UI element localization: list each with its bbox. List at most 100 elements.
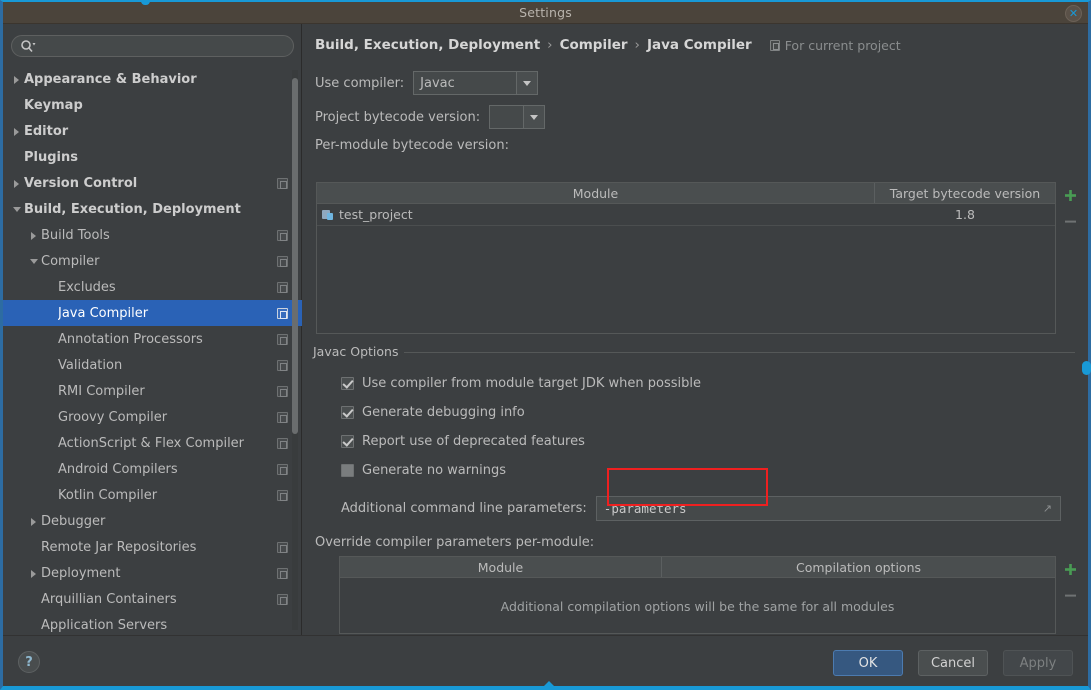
sidebar-item-label: Excludes xyxy=(58,280,271,295)
column-header-module[interactable]: Module xyxy=(340,557,662,577)
sidebar-item-label: Validation xyxy=(58,358,271,373)
project-scope-icon xyxy=(277,334,288,345)
use-compiler-value: Javac xyxy=(414,76,516,91)
apply-button[interactable]: Apply xyxy=(1003,650,1073,676)
plus-icon xyxy=(1064,563,1077,576)
breadcrumb-part-0[interactable]: Build, Execution, Deployment xyxy=(315,37,540,53)
add-module-button[interactable] xyxy=(1059,182,1081,208)
breadcrumb-separator: › xyxy=(547,37,552,53)
project-scope-icon xyxy=(277,490,288,501)
sidebar-item-label: Remote Jar Repositories xyxy=(41,540,271,555)
project-bytecode-select[interactable] xyxy=(489,105,545,129)
dialog-footer: ? OK Cancel Apply xyxy=(3,635,1088,686)
plus-icon xyxy=(1064,189,1077,202)
sidebar-item-label: Application Servers xyxy=(41,618,288,633)
per-module-bytecode-label: Per-module bytecode version: xyxy=(315,138,509,153)
sidebar-item-android-compilers[interactable]: Android Compilers xyxy=(3,456,302,482)
table-header: Module Target bytecode version xyxy=(317,183,1055,204)
checkbox-label: Generate debugging info xyxy=(362,405,525,420)
breadcrumb-separator: › xyxy=(635,37,640,53)
sidebar-item-editor[interactable]: Editor xyxy=(3,118,302,144)
chevron-right-icon[interactable] xyxy=(28,229,41,242)
help-icon[interactable]: ? xyxy=(18,651,40,673)
checkbox-box[interactable] xyxy=(341,464,354,477)
chevron-right-icon[interactable] xyxy=(11,73,24,86)
chevron-down-icon[interactable] xyxy=(516,72,537,94)
cell-module: test_project xyxy=(317,204,875,225)
sidebar-item-label: Groovy Compiler xyxy=(58,410,271,425)
ok-button[interactable]: OK xyxy=(833,650,903,676)
chevron-right-icon[interactable] xyxy=(28,567,41,580)
override-parameters-label: Override compiler parameters per-module: xyxy=(315,535,594,550)
checkbox-box[interactable] xyxy=(341,377,354,390)
add-override-button[interactable] xyxy=(1059,556,1081,582)
sidebar-item-label: Annotation Processors xyxy=(58,332,271,347)
breadcrumb-part-2[interactable]: Java Compiler xyxy=(647,37,752,53)
sidebar-item-version-control[interactable]: Version Control xyxy=(3,170,302,196)
sidebar-scrollbar-thumb[interactable] xyxy=(292,78,298,434)
checkbox-label: Generate no warnings xyxy=(362,463,506,478)
sidebar-item-label: Build Tools xyxy=(41,228,271,243)
chevron-down-icon[interactable] xyxy=(11,203,24,216)
project-scope-icon xyxy=(277,360,288,371)
sidebar-item-validation[interactable]: Validation xyxy=(3,352,302,378)
module-bytecode-table: Module Target bytecode version test_proj… xyxy=(316,182,1056,334)
close-icon[interactable]: ✕ xyxy=(1065,5,1082,22)
search-box[interactable] xyxy=(11,35,294,57)
settings-sidebar: Appearance & Behavior Keymap EditorPlugins… xyxy=(3,24,302,635)
sidebar-item-plugins[interactable]: Plugins xyxy=(3,144,302,170)
column-header-target[interactable]: Target bytecode version xyxy=(875,183,1055,203)
use-compiler-select[interactable]: Javac xyxy=(413,71,538,95)
checkbox-use-compiler-target-jdk[interactable]: Use compiler from module target JDK when… xyxy=(341,376,701,391)
sidebar-item-actionscript-flex-compiler[interactable]: ActionScript & Flex Compiler xyxy=(3,430,302,456)
sidebar-item-label: Keymap xyxy=(24,98,288,113)
sidebar-item-java-compiler[interactable]: Java Compiler xyxy=(3,300,302,326)
column-header-compilation-options[interactable]: Compilation options xyxy=(662,557,1055,577)
project-scope-icon xyxy=(770,40,780,51)
cancel-button[interactable]: Cancel xyxy=(918,650,988,676)
sidebar-item-debugger[interactable]: Debugger xyxy=(3,508,302,534)
tree-indent-spacer xyxy=(45,463,58,476)
chevron-right-icon[interactable] xyxy=(11,177,24,190)
tree-indent-spacer xyxy=(45,359,58,372)
tree-indent-spacer xyxy=(28,593,41,606)
sidebar-item-kotlin-compiler[interactable]: Kotlin Compiler xyxy=(3,482,302,508)
cell-target-version[interactable]: 1.8 xyxy=(875,204,1055,225)
remove-module-button[interactable] xyxy=(1059,208,1081,234)
chevron-down-icon[interactable] xyxy=(28,255,41,268)
sidebar-item-keymap[interactable]: Keymap xyxy=(3,92,302,118)
sidebar-item-rmi-compiler[interactable]: RMI Compiler xyxy=(3,378,302,404)
sidebar-item-excludes[interactable]: Excludes xyxy=(3,274,302,300)
checkbox-box[interactable] xyxy=(341,435,354,448)
search-input[interactable] xyxy=(11,35,294,57)
additional-parameters-input[interactable]: -parameters ↗ xyxy=(596,496,1061,521)
project-scope-icon xyxy=(277,568,288,579)
remove-override-button[interactable] xyxy=(1059,582,1081,608)
checkbox-generate-debugging-info[interactable]: Generate debugging info xyxy=(341,405,525,420)
sidebar-item-application-servers[interactable]: Application Servers xyxy=(3,612,302,635)
expand-icon[interactable]: ↗ xyxy=(1043,503,1055,515)
sidebar-item-deployment[interactable]: Deployment xyxy=(3,560,302,586)
tree-indent-spacer xyxy=(11,151,24,164)
checkbox-box[interactable] xyxy=(341,406,354,419)
column-header-module[interactable]: Module xyxy=(317,183,875,203)
additional-parameters-value: -parameters xyxy=(597,501,687,516)
sidebar-item-remote-jar-repositories[interactable]: Remote Jar Repositories xyxy=(3,534,302,560)
breadcrumb-part-1[interactable]: Compiler xyxy=(560,37,628,53)
checkbox-report-deprecated[interactable]: Report use of deprecated features xyxy=(341,434,585,449)
checkbox-generate-no-warnings[interactable]: Generate no warnings xyxy=(341,463,506,478)
sidebar-item-groovy-compiler[interactable]: Groovy Compiler xyxy=(3,404,302,430)
sidebar-item-build-execution-deployment[interactable]: Build, Execution, Deployment xyxy=(3,196,302,222)
chevron-down-icon[interactable] xyxy=(523,106,544,128)
chevron-right-icon[interactable] xyxy=(28,515,41,528)
chevron-right-icon[interactable] xyxy=(11,125,24,138)
sidebar-item-annotation-processors[interactable]: Annotation Processors xyxy=(3,326,302,352)
table-header: Module Compilation options xyxy=(340,557,1055,578)
sidebar-item-arquillian-containers[interactable]: Arquillian Containers xyxy=(3,586,302,612)
table-row[interactable]: test_project 1.8 xyxy=(317,204,1055,226)
sidebar-item-label: Version Control xyxy=(24,176,271,191)
sidebar-item-label: ActionScript & Flex Compiler xyxy=(58,436,271,451)
sidebar-item-compiler[interactable]: Compiler xyxy=(3,248,302,274)
sidebar-item-appearance-behavior[interactable]: Appearance & Behavior xyxy=(3,66,302,92)
sidebar-item-build-tools[interactable]: Build Tools xyxy=(3,222,302,248)
